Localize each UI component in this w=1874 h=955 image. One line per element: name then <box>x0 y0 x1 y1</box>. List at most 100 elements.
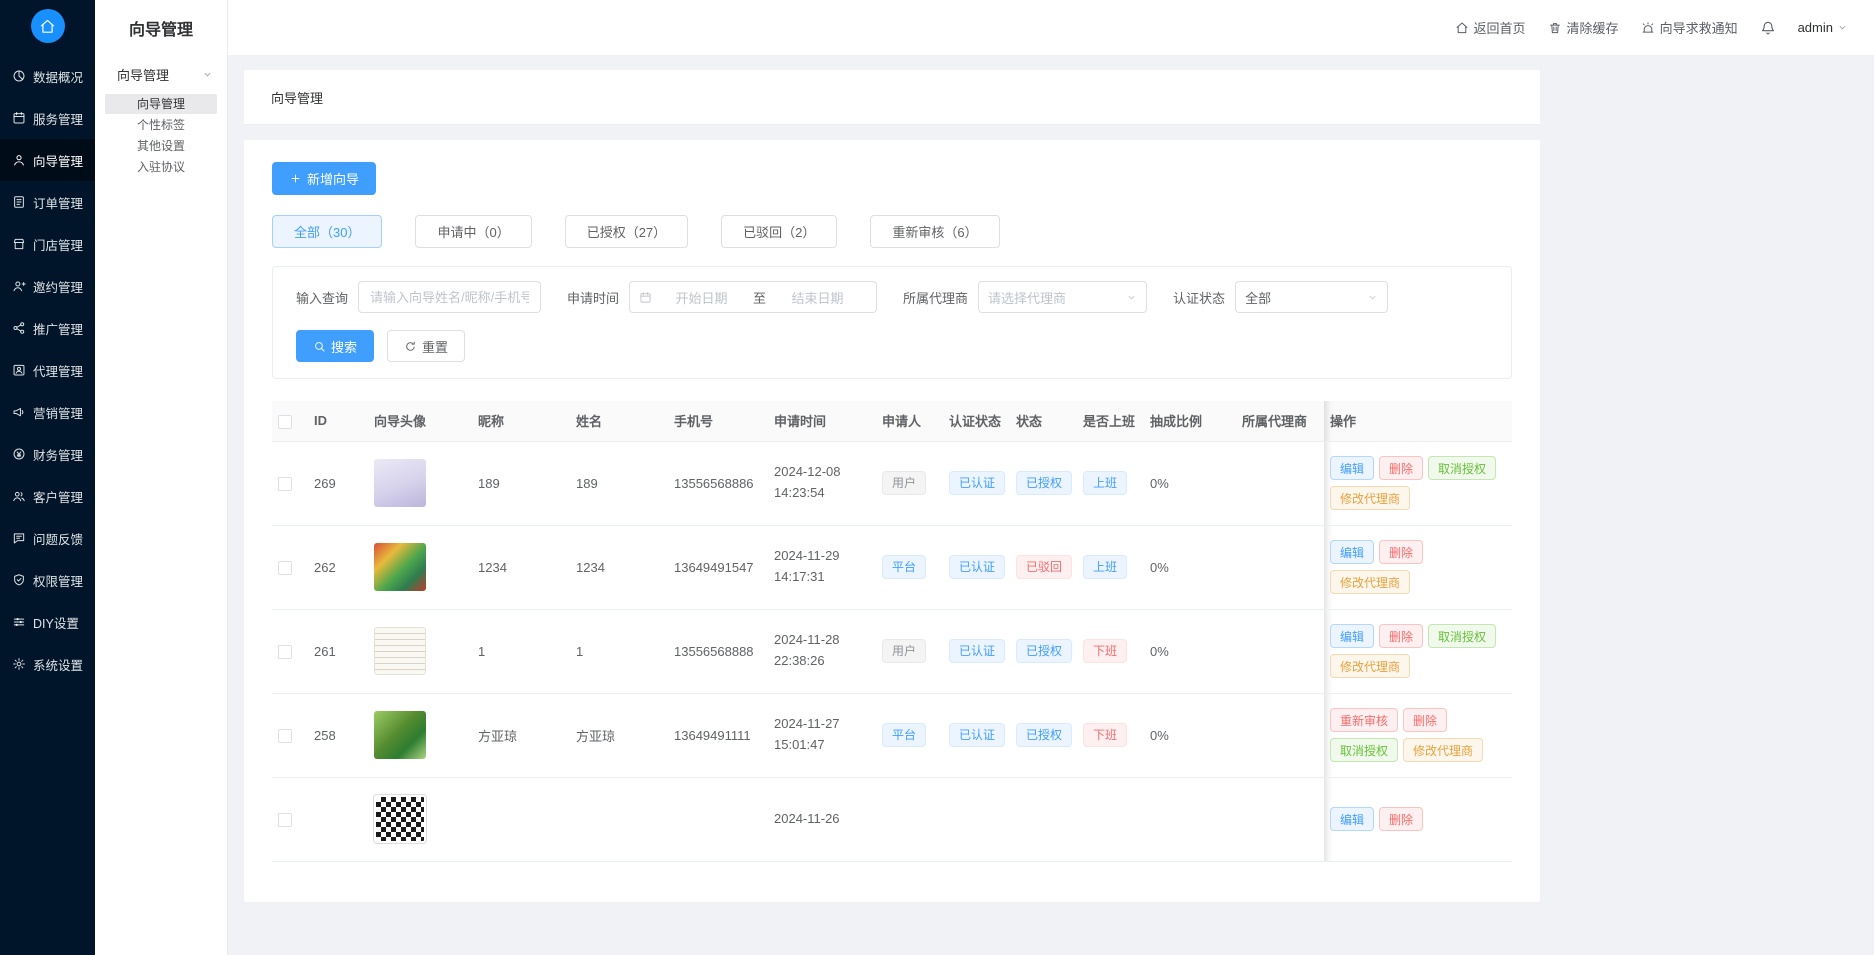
search-button[interactable]: 搜索 <box>296 330 374 362</box>
date-range-picker[interactable]: 开始日期 至 结束日期 <box>629 281 877 313</box>
action-delete-button[interactable]: 删除 <box>1379 456 1423 480</box>
cell-phone: 13556568886 <box>668 441 768 525</box>
status-tag: 已认证 <box>949 471 1005 495</box>
action-revoke-auth-button[interactable]: 取消授权 <box>1330 738 1398 762</box>
search-button-label: 搜索 <box>331 337 357 356</box>
sidebar-item-label: 客户管理 <box>33 487 83 506</box>
topbar-link-alarm[interactable]: 向导求救通知 <box>1641 18 1738 37</box>
auth-status-select[interactable]: 全部 <box>1235 281 1388 313</box>
agent-icon <box>12 363 26 377</box>
tab-2[interactable]: 已授权（27） <box>565 215 688 248</box>
order-icon <box>12 195 26 209</box>
row-checkbox[interactable] <box>278 561 292 575</box>
row-checkbox[interactable] <box>278 813 292 827</box>
submenu-item-2[interactable]: 其他设置 <box>105 136 217 156</box>
user-menu[interactable]: admin <box>1798 20 1848 35</box>
cell-actions: 重新审核删除取消授权修改代理商 <box>1324 693 1512 777</box>
action-delete-button[interactable]: 删除 <box>1379 540 1423 564</box>
cell-nickname <box>472 777 570 861</box>
sidebar-item-customer[interactable]: 客户管理 <box>0 475 95 517</box>
topbar-link-label: 清除缓存 <box>1567 18 1619 37</box>
sidebar-item-finance[interactable]: 财务管理 <box>0 433 95 475</box>
app-logo[interactable] <box>31 9 65 43</box>
sidebar-item-overview[interactable]: 数据概况 <box>0 55 95 97</box>
submenu-item-3[interactable]: 入驻协议 <box>105 157 217 177</box>
query-input[interactable] <box>358 281 541 313</box>
add-guide-button[interactable]: 新增向导 <box>272 162 376 195</box>
action-edit-button[interactable]: 编辑 <box>1330 624 1374 648</box>
action-edit-button[interactable]: 编辑 <box>1330 807 1374 831</box>
sidebar-item-service[interactable]: 服务管理 <box>0 97 95 139</box>
action-revoke-auth-button[interactable]: 取消授权 <box>1428 624 1496 648</box>
status-tag: 已驳回 <box>1016 555 1072 579</box>
select-all-checkbox[interactable] <box>278 415 292 429</box>
notification-bell-button[interactable] <box>1760 20 1776 36</box>
sidebar-item-invite[interactable]: 邀约管理 <box>0 265 95 307</box>
tab-4[interactable]: 重新审核（6） <box>870 215 999 248</box>
sidebar-item-order[interactable]: 订单管理 <box>0 181 95 223</box>
table-row: 269189189135565688862024-12-0814:23:54用户… <box>272 441 1512 525</box>
sidebar-item-settings[interactable]: 系统设置 <box>0 643 95 685</box>
cell-auth-status <box>943 777 1010 861</box>
sidebar-item-label: 代理管理 <box>33 361 83 380</box>
home-icon <box>1455 21 1469 35</box>
sidebar-item-marketing[interactable]: 营销管理 <box>0 391 95 433</box>
status-tag: 已授权 <box>1016 639 1072 663</box>
action-change-agent-button[interactable]: 修改代理商 <box>1330 486 1410 510</box>
action-change-agent-button[interactable]: 修改代理商 <box>1403 738 1483 762</box>
sidebar-item-promo[interactable]: 推广管理 <box>0 307 95 349</box>
cell-ratio: 0% <box>1144 693 1236 777</box>
topbar-link-clear[interactable]: 清除缓存 <box>1548 18 1619 37</box>
action-change-agent-button[interactable]: 修改代理商 <box>1330 570 1410 594</box>
topbar-link-home[interactable]: 返回首页 <box>1455 18 1526 37</box>
range-separator: 至 <box>751 288 768 307</box>
row-checkbox[interactable] <box>278 645 292 659</box>
sidebar-item-label: 服务管理 <box>33 109 83 128</box>
status-tag: 下班 <box>1083 639 1127 663</box>
sidebar-item-agent[interactable]: 代理管理 <box>0 349 95 391</box>
agent-select[interactable]: 请选择代理商 <box>978 281 1147 313</box>
action-delete-button[interactable]: 删除 <box>1379 624 1423 648</box>
sidebar-item-label: 门店管理 <box>33 235 83 254</box>
topbar-link-label: 向导求救通知 <box>1660 18 1738 37</box>
guide-avatar[interactable] <box>374 711 426 759</box>
sidebar-item-label: 权限管理 <box>33 571 83 590</box>
tab-0[interactable]: 全部（30） <box>272 215 382 248</box>
cell-id: 261 <box>308 609 368 693</box>
end-date-placeholder: 结束日期 <box>768 288 867 307</box>
row-checkbox[interactable] <box>278 477 292 491</box>
reset-button[interactable]: 重置 <box>387 330 465 362</box>
sidebar-item-permission[interactable]: 权限管理 <box>0 559 95 601</box>
action-delete-button[interactable]: 删除 <box>1379 807 1423 831</box>
action-edit-button[interactable]: 编辑 <box>1330 456 1374 480</box>
action-delete-button[interactable]: 删除 <box>1403 708 1447 732</box>
sidebar-item-diy[interactable]: DIY设置 <box>0 601 95 643</box>
main-sidebar: 数据概况服务管理向导管理订单管理门店管理邀约管理推广管理代理管理营销管理财务管理… <box>0 0 95 955</box>
guide-avatar[interactable] <box>374 627 426 675</box>
row-checkbox[interactable] <box>278 729 292 743</box>
action-revoke-auth-button[interactable]: 取消授权 <box>1428 456 1496 480</box>
cell-phone <box>668 777 768 861</box>
action-change-agent-button[interactable]: 修改代理商 <box>1330 654 1410 678</box>
auth-status-value: 全部 <box>1245 288 1271 307</box>
bell-icon <box>1760 20 1776 36</box>
guide-avatar[interactable] <box>374 543 426 591</box>
sidebar-item-label: 营销管理 <box>33 403 83 422</box>
tab-3[interactable]: 已驳回（2） <box>721 215 837 248</box>
sidebar-item-guide[interactable]: 向导管理 <box>0 139 95 181</box>
submenu-group[interactable]: 向导管理 <box>95 55 227 93</box>
submenu-item-1[interactable]: 个性标签 <box>105 115 217 135</box>
username: admin <box>1798 20 1833 35</box>
action-re-review-button[interactable]: 重新审核 <box>1330 708 1398 732</box>
sidebar-item-feedback[interactable]: 问题反馈 <box>0 517 95 559</box>
guide-avatar[interactable] <box>374 795 426 843</box>
guide-avatar[interactable] <box>374 459 426 507</box>
action-edit-button[interactable]: 编辑 <box>1330 540 1374 564</box>
sidebar-item-store[interactable]: 门店管理 <box>0 223 95 265</box>
cell-auth-status: 已认证 <box>943 693 1010 777</box>
cell-actions: 编辑删除取消授权修改代理商 <box>1324 441 1512 525</box>
column-header: 姓名 <box>570 401 668 441</box>
tab-1[interactable]: 申请中（0） <box>415 215 531 248</box>
submenu-item-0[interactable]: 向导管理 <box>105 94 217 114</box>
cell-nickname: 1234 <box>472 525 570 609</box>
